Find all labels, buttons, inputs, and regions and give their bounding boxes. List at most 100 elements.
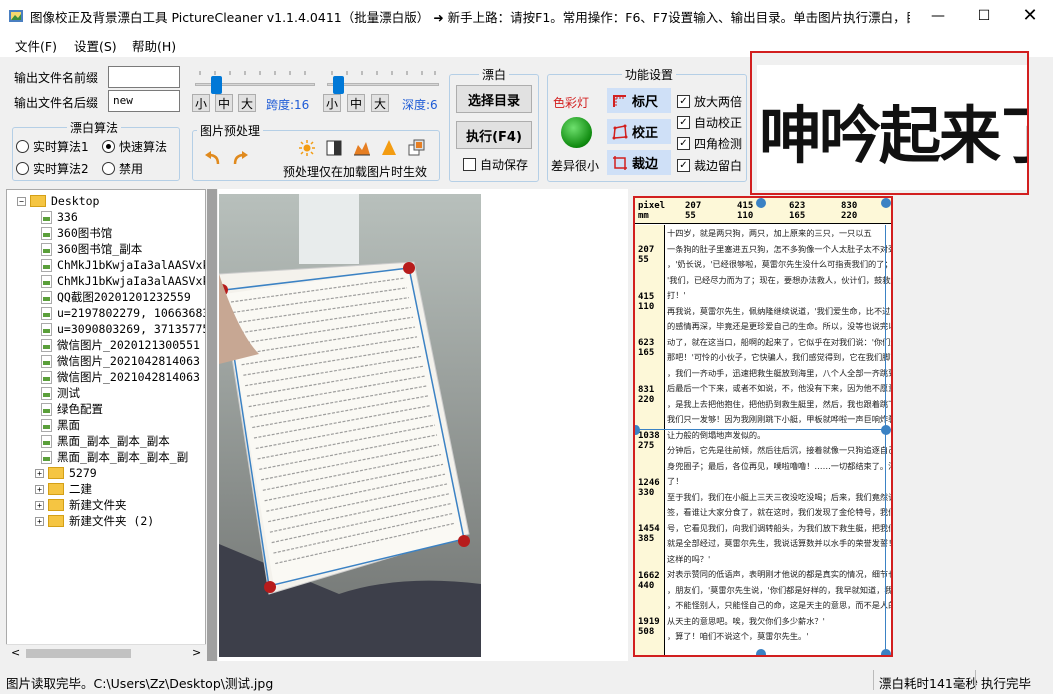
span-slider-thumb[interactable] — [211, 76, 223, 94]
ruler-mm-label: mm — [638, 211, 649, 221]
handle-top-right[interactable] — [881, 198, 891, 208]
tree-folder[interactable]: + 新建文件夹 — [11, 497, 205, 513]
ruler-h-mm: 55 — [685, 211, 696, 221]
page-text-line: 分钟后，它先是往前倾，然后往后沉，接着就像一只狗追逐自己的尾 — [667, 445, 893, 455]
depth-small-button[interactable]: 小 — [323, 94, 341, 112]
correct-button[interactable]: 校正 — [607, 119, 671, 144]
ruler-v-pixel: 623 — [638, 338, 655, 348]
ruler-v-pixel: 1246 — [638, 477, 660, 488]
depth-slider-thumb[interactable] — [333, 76, 345, 94]
page-text-line: 动了，就在这当口，船啊的起来了，它似乎在对我们说：'你们走吧， — [667, 336, 893, 347]
crop-margin-checkbox[interactable]: ✓ 裁边留白 — [677, 157, 742, 174]
file-tree[interactable]: − Desktop 336 360图书馆 360图书馆_副本 ChMkJ1bKwjaIa3… — [6, 189, 206, 661]
diff-label: 差异很小 — [551, 159, 600, 173]
ruler-h-mm: 110 — [737, 211, 754, 221]
span-large-button[interactable]: 大 — [238, 94, 256, 112]
prefix-input[interactable] — [108, 66, 180, 88]
ruler-h-mm: 165 — [789, 211, 806, 221]
tree-file[interactable]: 微信图片_2021042814063 — [11, 369, 205, 385]
scroll-thumb[interactable] — [26, 649, 131, 658]
ruler-v-mm: 275 — [638, 441, 655, 451]
tree-file[interactable]: ChMkJ1bKwjaIa3alAASVxk — [11, 257, 205, 273]
ruler-h-pixel: 830 — [841, 201, 858, 211]
handle-bottom[interactable] — [756, 649, 766, 655]
tree-file[interactable]: 336 — [11, 209, 205, 225]
minimize-button[interactable]: — — [915, 0, 961, 31]
page-text-line: 的感情再深，毕竟还是更珍爱自己的生命。所以，没等也说完以后 — [667, 321, 893, 331]
page-text-line: 签，看谁让大家分食了，就在这时，我们发现了金伦特号，我们向它 — [667, 507, 893, 517]
execute-button[interactable]: 执行(F4) — [456, 121, 532, 149]
scroll-right-icon[interactable]: > — [192, 646, 201, 659]
tree-file[interactable]: u=2197802279, 106636830 — [11, 305, 205, 321]
levels-icon[interactable] — [353, 140, 371, 159]
page-text-line: 了！ — [667, 476, 684, 486]
autosave-checkbox[interactable]: 自动保存 — [463, 156, 528, 173]
status-light-icon — [561, 117, 592, 148]
rotate-right-icon[interactable] — [230, 150, 250, 171]
tree-file[interactable]: ChMkJ1bKwjaIa3alAASVxk — [11, 273, 205, 289]
tree-file[interactable]: u=3090803269, 371357756 — [11, 321, 205, 337]
maximize-button[interactable]: ☐ — [961, 0, 1007, 31]
ruler-v-pixel: 1919 — [638, 617, 660, 627]
folder-icon — [48, 499, 64, 511]
brightness-icon[interactable] — [299, 140, 315, 159]
panel-splitter[interactable] — [207, 189, 217, 661]
color-adjust-icon[interactable] — [408, 139, 426, 160]
tree-file[interactable]: 360图书馆 — [11, 225, 205, 241]
tree-file[interactable]: 黑面_副本_副本_副本_副 — [11, 449, 205, 465]
menu-settings[interactable]: 设置(S) — [74, 36, 117, 55]
tree-file[interactable]: QQ截图20201201232559 — [11, 289, 205, 305]
rotate-left-icon[interactable] — [203, 150, 223, 171]
page-text-line: 就是全部经过，莫雷尔先生，我说话算数并以水手的荣誉发誓！其他人 — [667, 538, 891, 548]
select-directory-button[interactable]: 选择目录 — [456, 85, 532, 113]
image-file-icon — [41, 450, 52, 464]
image-file-icon — [41, 434, 52, 448]
bleach-group-title: 漂白 — [479, 66, 510, 83]
tree-file[interactable]: 黑面_副本_副本_副本 — [11, 433, 205, 449]
menu-file[interactable]: 文件(F) — [15, 36, 57, 55]
suffix-input[interactable]: new — [108, 90, 180, 112]
span-mid-button[interactable]: 中 — [215, 94, 233, 112]
original-photo[interactable] — [219, 194, 481, 657]
tree-root[interactable]: − Desktop — [11, 193, 205, 209]
algo-realtime1-radio[interactable]: 实时算法1 — [16, 138, 89, 155]
contrast-icon[interactable] — [326, 140, 342, 159]
crop-button[interactable]: 裁边 — [607, 150, 671, 175]
sharpen-icon[interactable] — [381, 139, 397, 159]
ruler-button[interactable]: 标尺 — [607, 88, 671, 113]
depth-mid-button[interactable]: 中 — [347, 94, 365, 112]
tree-file[interactable]: 微信图片_2020121300551 — [11, 337, 205, 353]
close-button[interactable]: ✕ — [1007, 0, 1053, 31]
handle-right[interactable] — [881, 425, 891, 435]
tree-file[interactable]: 测试 — [11, 385, 205, 401]
scroll-left-icon[interactable]: < — [11, 646, 20, 659]
page-text-line: ，算了！咱们不说这个，莫雷尔先生。' — [667, 631, 809, 641]
tree-folder[interactable]: + 新建文件夹 (2) — [11, 513, 205, 529]
auto-correct-checkbox[interactable]: ✓ 自动校正 — [677, 114, 742, 131]
image-file-icon — [41, 258, 52, 272]
corner-detect-checkbox[interactable]: ✓ 四角检测 — [677, 135, 742, 152]
status-divider-2 — [975, 670, 976, 690]
tree-folder[interactable]: +5279 — [11, 465, 205, 481]
status-message: 图片读取完毕。C:\Users\Zz\Desktop\测试.jpg — [6, 676, 274, 691]
algo-realtime2-radio[interactable]: 实时算法2 — [16, 160, 89, 177]
menu-help[interactable]: 帮助(H) — [132, 36, 176, 55]
depth-large-button[interactable]: 大 — [371, 94, 389, 112]
image-file-icon — [41, 418, 52, 432]
algo-disable-radio[interactable]: 禁用 — [102, 160, 143, 177]
tree-file[interactable]: 黑面 — [11, 417, 205, 433]
color-light-label: 色彩灯 — [553, 96, 590, 110]
page-text-line: 号，它看见我们，向我们调转船头，为我们放下救生艇，把我们接上去 — [667, 522, 891, 533]
tree-hscrollbar[interactable]: < > — [6, 644, 206, 661]
tree-file[interactable]: 360图书馆_副本 — [11, 241, 205, 257]
handle-bottom-right[interactable] — [881, 649, 891, 655]
handle-top[interactable] — [756, 198, 766, 208]
algo-fast-radio[interactable]: 快速算法 — [102, 138, 167, 155]
enlarge-checkbox[interactable]: ✓ 放大两倍 — [677, 93, 742, 110]
image-file-icon — [41, 274, 52, 288]
corrected-page[interactable]: pixel mm 207554151106231658302201038275 … — [633, 196, 893, 657]
tree-file[interactable]: 微信图片_2021042814063 — [11, 353, 205, 369]
span-small-button[interactable]: 小 — [192, 94, 210, 112]
tree-folder[interactable]: + 二建 — [11, 481, 205, 497]
tree-file[interactable]: 绿色配置 — [11, 401, 205, 417]
